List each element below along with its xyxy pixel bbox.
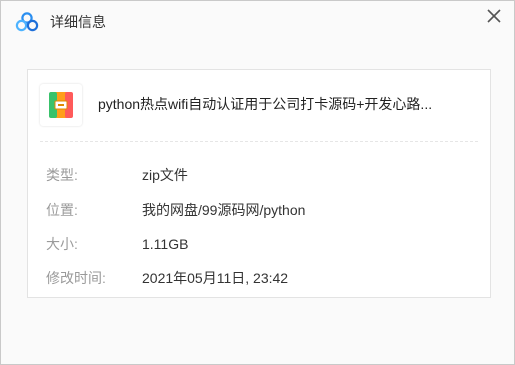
size-label: 大小: bbox=[46, 236, 78, 252]
type-value: zip文件 bbox=[142, 167, 188, 183]
file-details-card: python热点wifi自动认证用于公司打卡源码+开发心路... 类型: zip… bbox=[27, 69, 491, 298]
divider bbox=[40, 141, 478, 142]
location-value[interactable]: 我的网盘/99源码网/python bbox=[142, 200, 305, 220]
size-value: 1.11GB bbox=[142, 236, 189, 252]
close-icon bbox=[487, 9, 501, 23]
location-label: 位置: bbox=[46, 202, 78, 218]
baidu-netdisk-logo-icon bbox=[15, 12, 39, 32]
file-name: python热点wifi自动认证用于公司打卡源码+开发心路... bbox=[98, 96, 433, 112]
type-label: 类型: bbox=[46, 167, 78, 183]
detail-row-location: 位置: 我的网盘/99源码网/python bbox=[28, 200, 490, 220]
modified-time-label: 修改时间: bbox=[46, 270, 106, 286]
close-button[interactable] bbox=[483, 5, 505, 27]
detail-row-modified: 修改时间: 2021年05月11日, 23:42 bbox=[28, 268, 490, 288]
detail-row-type: 类型: zip文件 bbox=[28, 165, 490, 185]
details-dialog: 详细信息 python热点wifi自动认证用于公司打卡源码+开发心路... 类型… bbox=[0, 0, 515, 365]
dialog-titlebar: 详细信息 bbox=[1, 1, 514, 43]
detail-row-size: 大小: 1.11GB bbox=[28, 234, 490, 254]
dialog-title: 详细信息 bbox=[50, 14, 106, 30]
modified-time-value: 2021年05月11日, 23:42 bbox=[142, 270, 289, 286]
zip-archive-icon bbox=[40, 84, 82, 126]
